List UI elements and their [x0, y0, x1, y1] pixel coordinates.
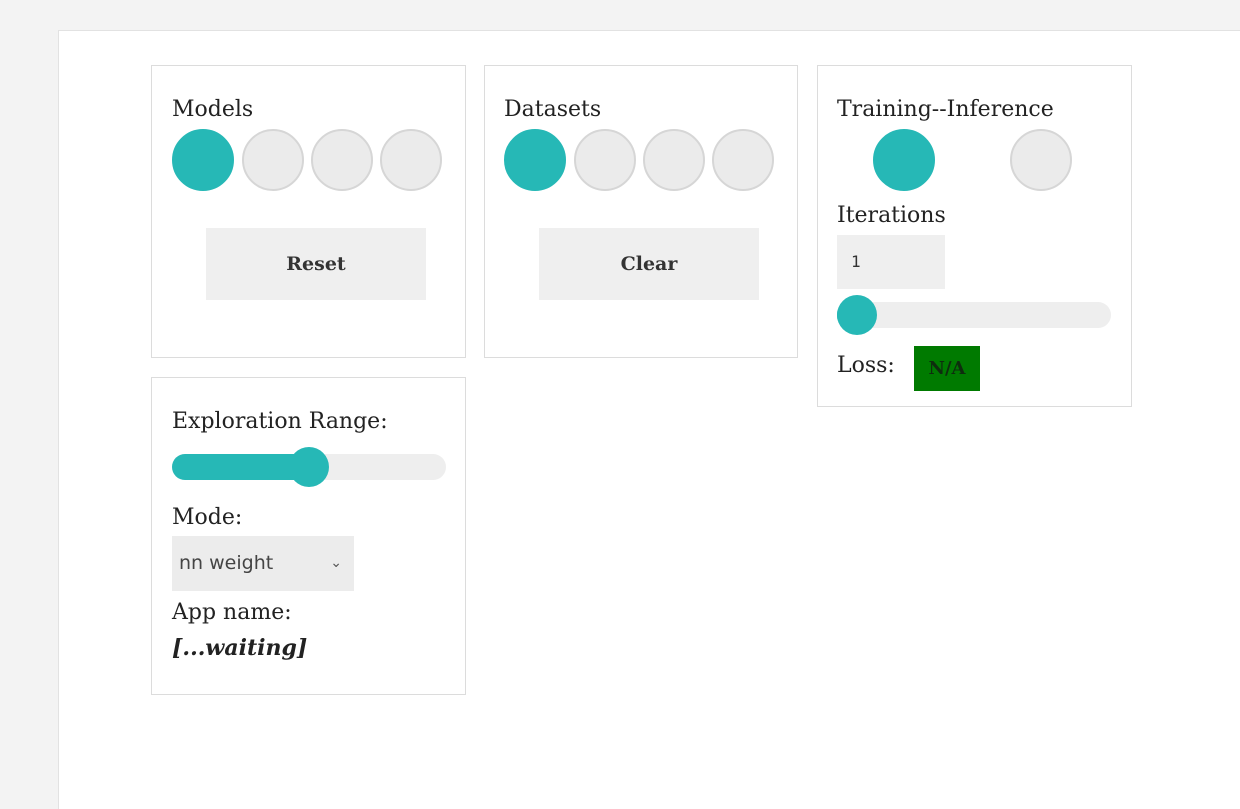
- models-selector: [172, 129, 447, 195]
- model-option-4[interactable]: [380, 129, 442, 191]
- datasets-selector: [504, 129, 779, 195]
- iterations-slider[interactable]: [837, 295, 1111, 335]
- datasets-title: Datasets: [504, 97, 602, 122]
- loss-label: Loss:: [837, 353, 895, 378]
- mode-label: Mode:: [172, 505, 243, 530]
- model-option-1[interactable]: [172, 129, 234, 191]
- app-name-label: App name:: [172, 600, 292, 625]
- exploration-range-label: Exploration Range:: [172, 409, 388, 434]
- inference-toggle[interactable]: [1010, 129, 1072, 191]
- model-option-2[interactable]: [242, 129, 304, 191]
- models-panel: Models Reset: [151, 65, 466, 358]
- iterations-input[interactable]: 1: [837, 235, 945, 289]
- iterations-slider-thumb[interactable]: [837, 295, 877, 335]
- training-inference-title: Training--Inference: [837, 97, 1054, 122]
- dataset-option-4[interactable]: [712, 129, 774, 191]
- exploration-panel: Exploration Range: Mode: nn weight ⌄ App…: [151, 377, 466, 695]
- app-name-value: [...waiting]: [172, 635, 308, 661]
- training-toggle[interactable]: [873, 129, 935, 191]
- loss-value-badge: N/A: [914, 346, 980, 391]
- dataset-option-1[interactable]: [504, 129, 566, 191]
- exploration-range-slider[interactable]: [172, 447, 446, 487]
- clear-button[interactable]: Clear: [539, 228, 759, 300]
- mode-select-value: nn weight: [179, 552, 274, 574]
- dataset-option-2[interactable]: [574, 129, 636, 191]
- models-title: Models: [172, 97, 254, 122]
- chevron-down-icon: ⌄: [330, 555, 342, 571]
- page-content: Models Reset Datasets Clear Training--In…: [58, 30, 1240, 809]
- mode-select[interactable]: nn weight ⌄: [172, 536, 354, 591]
- reset-button[interactable]: Reset: [206, 228, 426, 300]
- iterations-label: Iterations: [837, 203, 946, 228]
- datasets-panel: Datasets Clear: [484, 65, 798, 358]
- training-panel: Training--Inference Iterations 1 Loss: N…: [817, 65, 1132, 407]
- model-option-3[interactable]: [311, 129, 373, 191]
- exploration-range-thumb[interactable]: [289, 447, 329, 487]
- dataset-option-3[interactable]: [643, 129, 705, 191]
